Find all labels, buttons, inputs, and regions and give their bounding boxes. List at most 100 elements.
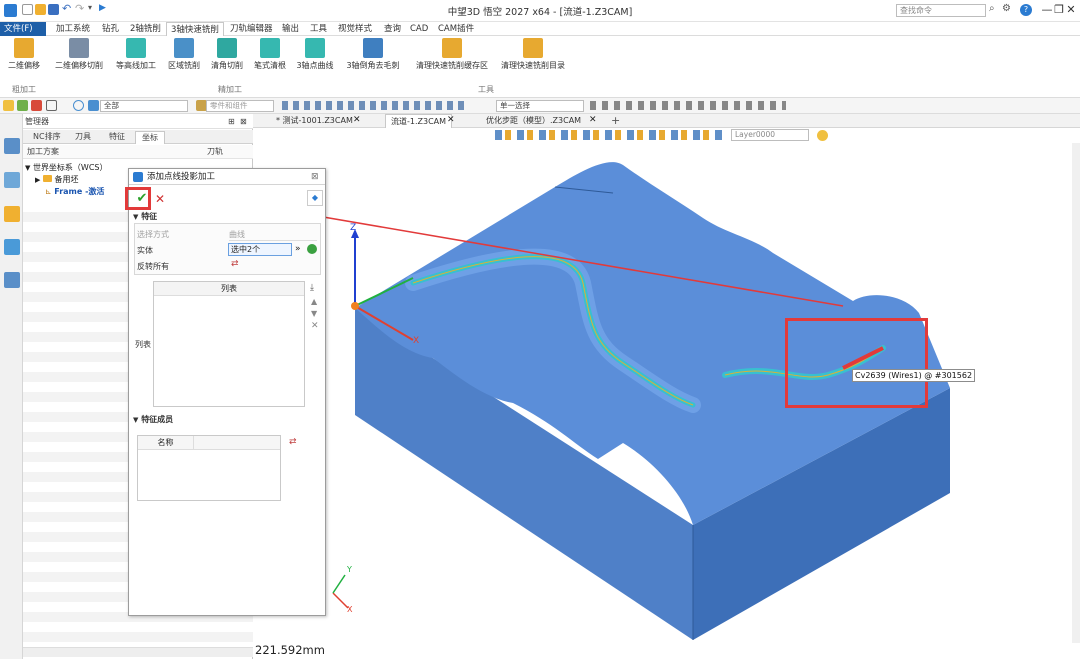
menu-cam-plugin[interactable]: CAM插件 [434, 22, 478, 36]
expand-icon[interactable]: ▶ [35, 176, 40, 184]
menu-machining-system[interactable]: 加工系统 [52, 22, 94, 36]
menu-drilling[interactable]: 钻孔 [98, 22, 123, 36]
doc-tab-runner[interactable]: 流道-1.Z3CAM [385, 114, 453, 128]
move-up-icon[interactable]: ▲ [311, 297, 317, 306]
user-icon[interactable] [4, 272, 20, 288]
menu-2axis-milling[interactable]: 2轴铣削 [126, 22, 165, 36]
tab-coordinates[interactable]: 坐标 [135, 131, 165, 144]
dialog-app-icon [133, 172, 143, 182]
part-model[interactable] [253, 143, 1080, 659]
cancel-button[interactable]: ✕ [153, 190, 167, 208]
ribbon-clear-cache[interactable]: 清理快速铣削缓存区 [410, 38, 494, 78]
collapse-icon[interactable]: ▼ [133, 213, 138, 221]
geometry-snap-icons[interactable] [590, 101, 786, 110]
3d-viewport[interactable]: Z X Y X [253, 143, 1080, 659]
command-search-box[interactable]: 查找命令 [896, 4, 986, 17]
ribbon-clear-dir[interactable]: 清理快速铣削目录 [496, 38, 570, 78]
search-icon[interactable]: ⌕ [989, 3, 995, 14]
manager-icon[interactable] [4, 138, 20, 154]
menu-visual-style[interactable]: 视觉样式 [334, 22, 376, 36]
doc-tab-close-icon[interactable]: ✕ [447, 115, 455, 125]
list-box[interactable]: 列表 [153, 281, 305, 407]
minus-icon[interactable] [31, 100, 42, 111]
members-tool-icon[interactable]: ⇄ [289, 437, 297, 447]
dialog-pin-button[interactable]: ◆ [307, 190, 323, 206]
ribbon-2d-offset-cut[interactable]: 二维偏移切削 [52, 38, 106, 78]
menu-3axis-fast-milling[interactable]: 3轴快速铣削 [166, 22, 224, 36]
curve-highlight-box [785, 318, 928, 408]
reverse-icon[interactable]: ⇄ [231, 259, 239, 269]
cube-icon[interactable] [4, 206, 20, 222]
ribbon-area-milling[interactable]: 区域铣削 [164, 38, 204, 78]
layer-combo[interactable]: Layer0000 [731, 129, 809, 141]
dialog-title: 添加点线投影加工 [147, 172, 216, 182]
ribbon-2d-offset[interactable]: 二维偏移 [6, 38, 42, 78]
expand-chevron-icon[interactable]: » [295, 244, 301, 254]
select-mode-combo[interactable]: 单一选择 [496, 100, 584, 112]
members-table[interactable]: 名称 [137, 435, 281, 501]
menu-file[interactable]: 文件(F) [0, 22, 46, 36]
light-icon[interactable] [817, 130, 828, 141]
pin-icon[interactable]: ⊞ [228, 114, 235, 129]
viewport-scrollbar[interactable] [1072, 143, 1080, 643]
ribbon-label: 清角切削 [211, 61, 243, 70]
select-mode-value[interactable]: 曲线 [229, 229, 317, 241]
axis-x-label: X [413, 336, 420, 346]
menu-query[interactable]: 查询 [380, 22, 405, 36]
tree-spare-label: 备用坯 [54, 175, 79, 184]
tool-library-icon[interactable] [4, 172, 20, 188]
menu-toolpath-editor[interactable]: 刀轨编辑器 [226, 22, 277, 36]
ribbon-corner-cut[interactable]: 清角切削 [207, 38, 247, 78]
snap-icons[interactable] [282, 101, 468, 110]
doc-tab-test[interactable]: * 测试-1001.Z3CAM [271, 114, 358, 128]
ribbon-chamfer-deburr[interactable]: 3轴倒角去毛刺 [342, 38, 404, 78]
help-icon[interactable]: ? [1020, 4, 1032, 16]
tree-spare-blank[interactable]: ▶ 备用坯 [35, 174, 78, 185]
loop-icon[interactable] [73, 100, 84, 111]
new-tab-icon[interactable]: + [611, 114, 620, 127]
doc-tab-optimize[interactable]: 优化步距（模型）.Z3CAM [481, 114, 586, 128]
section-members[interactable]: ▼ 特征成员 [133, 414, 173, 425]
tab-nc-order[interactable]: NC排序 [27, 131, 67, 144]
settings-icon[interactable]: ⚙ [1002, 3, 1011, 14]
clear-cache-icon [442, 38, 462, 58]
filter-combo[interactable]: 全部 [100, 100, 188, 112]
plus-icon[interactable] [17, 100, 28, 111]
menu-cad[interactable]: CAD [406, 22, 432, 36]
image-icon[interactable] [4, 239, 20, 255]
doc-tab-close-icon[interactable]: ✕ [589, 115, 597, 125]
section-feature[interactable]: ▼ 特征 [133, 211, 157, 222]
move-down-icon[interactable]: ▼ [311, 309, 317, 318]
pick-entity-icon[interactable] [307, 244, 317, 254]
ribbon-contour[interactable]: 等高线加工 [113, 38, 159, 78]
part-combo[interactable]: 零件和组件 [206, 100, 274, 112]
tab-tools[interactable]: 刀具 [69, 131, 97, 144]
panel-close-icon[interactable]: ⊠ [240, 114, 247, 129]
box-select-icon[interactable] [46, 100, 57, 111]
origin-point [351, 302, 359, 310]
collapse-icon[interactable]: ▼ [25, 164, 30, 172]
doc-tab-close-icon[interactable]: ✕ [353, 115, 361, 125]
dialog-close-icon[interactable]: ⊠ [311, 169, 319, 185]
remove-icon[interactable]: ✕ [311, 321, 319, 331]
tree-root[interactable]: ▼ 世界坐标系（WCS） [25, 162, 108, 173]
list-import-icon[interactable]: ⤓ [310, 283, 314, 293]
entity-field[interactable]: 选中2个 [228, 243, 292, 256]
pick-icon[interactable] [3, 100, 14, 111]
close-button[interactable]: ✕ [1062, 3, 1080, 18]
tab-features[interactable]: 特征 [103, 131, 131, 144]
members-col-name: 名称 [138, 436, 194, 449]
ribbon-3axis-point-curve[interactable]: 3轴点曲线 [293, 38, 337, 78]
ribbon-pencil[interactable]: 笔式清根 [250, 38, 290, 78]
manager-scrollbar[interactable] [23, 647, 253, 657]
group-finishing: 精加工 [218, 85, 242, 94]
ribbon-label: 二维偏移切削 [55, 61, 103, 70]
funnel-icon[interactable] [88, 100, 99, 111]
menu-tools[interactable]: 工具 [306, 22, 331, 36]
menu-output[interactable]: 输出 [278, 22, 303, 36]
contour-icon [126, 38, 146, 58]
col-toolpath: 刀轨 [207, 147, 223, 156]
view-icons[interactable] [495, 130, 723, 140]
collapse-icon[interactable]: ▼ [133, 416, 138, 424]
tree-frame[interactable]: ⊾ Frame -激活 [45, 186, 104, 197]
